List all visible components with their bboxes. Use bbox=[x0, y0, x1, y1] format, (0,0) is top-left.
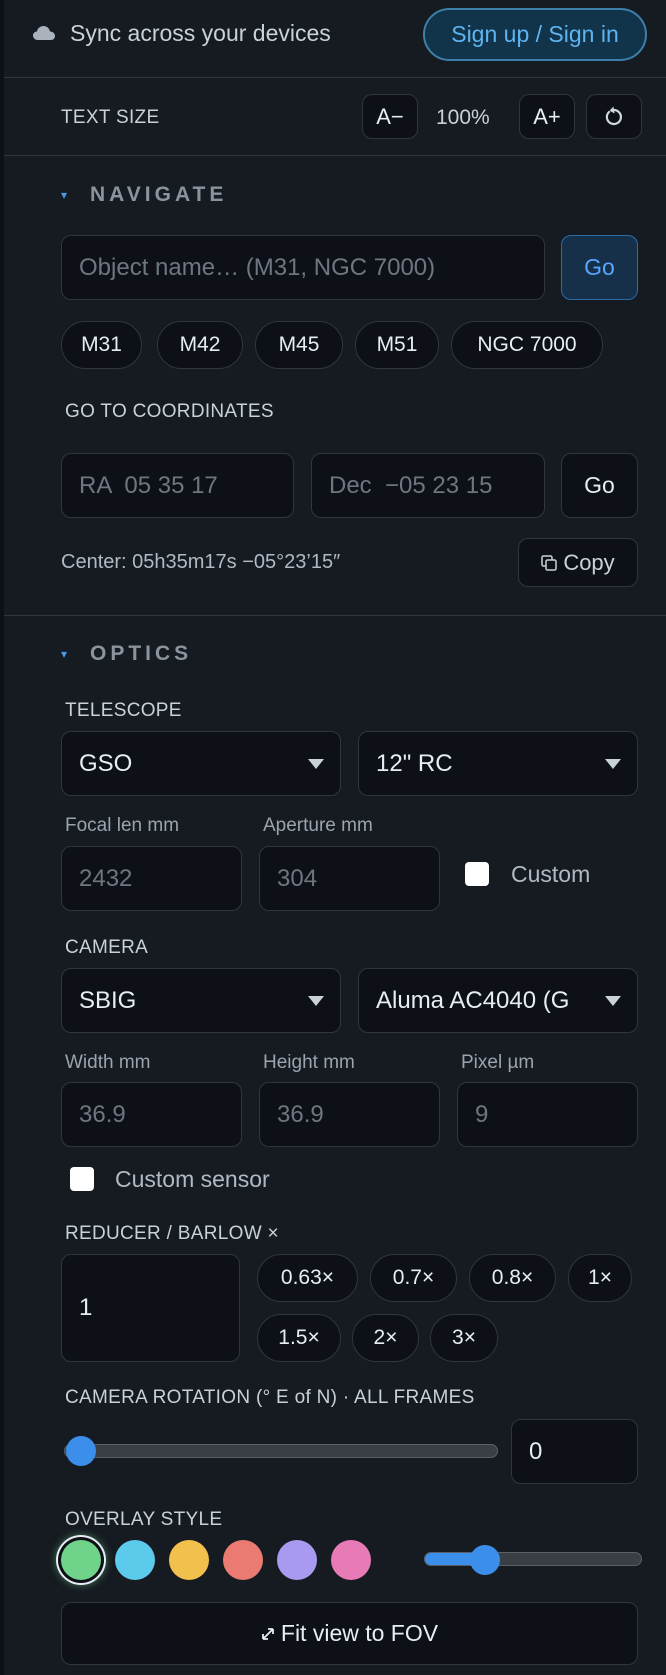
text-size-increase-button[interactable]: A+ bbox=[519, 94, 575, 139]
custom-telescope-checkbox[interactable] bbox=[465, 862, 489, 886]
quick-object-ngc7000[interactable]: NGC 7000 bbox=[451, 321, 603, 369]
overlay-style-label: OVERLAY STYLE bbox=[65, 1509, 223, 1530]
overlay-color-swatch[interactable] bbox=[331, 1540, 371, 1580]
focal-length-label: Focal len mm bbox=[65, 815, 180, 836]
reducer-preset[interactable]: 1.5× bbox=[257, 1314, 341, 1362]
quick-object-m42[interactable]: M42 bbox=[157, 321, 243, 369]
copy-icon bbox=[541, 554, 558, 571]
reducer-label: REDUCER / BARLOW × bbox=[65, 1223, 279, 1244]
rotation-slider[interactable] bbox=[64, 1444, 498, 1458]
camera-model-select[interactable]: Aluma AC4040 (G bbox=[358, 968, 638, 1033]
camera-label: CAMERA bbox=[65, 937, 149, 958]
pixel-size-label: Pixel µm bbox=[461, 1052, 535, 1073]
quick-object-m51[interactable]: M51 bbox=[355, 321, 439, 369]
reducer-input[interactable]: 1 bbox=[61, 1254, 240, 1362]
divider bbox=[4, 155, 666, 156]
navigate-section-title[interactable]: NAVIGATE bbox=[90, 183, 227, 207]
copy-button[interactable]: Copy bbox=[518, 538, 638, 587]
overlay-color-swatch[interactable] bbox=[115, 1540, 155, 1580]
reset-icon bbox=[605, 106, 622, 125]
object-go-button[interactable]: Go bbox=[561, 235, 638, 300]
overlay-color-swatch[interactable] bbox=[61, 1540, 101, 1580]
coords-label: GO TO COORDINATES bbox=[65, 401, 274, 422]
settings-panel: Sync across your devices Sign up / Sign … bbox=[0, 0, 666, 1675]
coords-go-button[interactable]: Go bbox=[561, 453, 638, 518]
overlay-color-swatch[interactable] bbox=[223, 1540, 263, 1580]
fit-view-button[interactable]: Fit view to FOV bbox=[61, 1602, 638, 1665]
custom-sensor-checkbox[interactable] bbox=[70, 1167, 94, 1191]
sensor-height-input[interactable]: 36.9 bbox=[259, 1082, 440, 1147]
center-readout: Center: 05h35m17s −05°23’15″ bbox=[61, 551, 341, 573]
object-name-input[interactable]: Object name… (M31, NGC 7000) bbox=[61, 235, 545, 300]
custom-telescope-label: Custom bbox=[511, 861, 591, 887]
text-size-decrease-button[interactable]: A− bbox=[362, 94, 418, 139]
telescope-model-select[interactable]: 12" RC bbox=[358, 731, 638, 796]
chevron-down-icon bbox=[605, 995, 621, 1006]
telescope-brand-select[interactable]: GSO bbox=[61, 731, 341, 796]
dec-input[interactable]: Dec −05 23 15 bbox=[311, 453, 545, 518]
text-size-reset-button[interactable] bbox=[586, 94, 642, 139]
chevron-down-icon bbox=[605, 758, 621, 769]
rotation-slider-thumb[interactable] bbox=[66, 1436, 96, 1466]
reducer-preset[interactable]: 2× bbox=[352, 1314, 419, 1362]
overlay-color-swatch[interactable] bbox=[169, 1540, 209, 1580]
reducer-preset[interactable]: 3× bbox=[430, 1314, 498, 1362]
reducer-preset[interactable]: 0.63× bbox=[257, 1254, 358, 1302]
rotation-label: CAMERA ROTATION (° E of N) · ALL FRAMES bbox=[65, 1387, 475, 1408]
reducer-preset[interactable]: 1× bbox=[568, 1254, 632, 1302]
chevron-down-icon bbox=[308, 758, 324, 769]
collapse-triangle-icon[interactable]: ▾ bbox=[61, 188, 67, 202]
reducer-preset[interactable]: 0.8× bbox=[469, 1254, 556, 1302]
text-size-label: TEXT SIZE bbox=[61, 107, 160, 128]
reducer-preset[interactable]: 0.7× bbox=[370, 1254, 457, 1302]
sign-in-button[interactable]: Sign up / Sign in bbox=[423, 8, 647, 61]
chevron-down-icon bbox=[308, 995, 324, 1006]
telescope-label: TELESCOPE bbox=[65, 700, 182, 721]
divider bbox=[4, 77, 666, 78]
overlay-color-swatch[interactable] bbox=[277, 1540, 317, 1580]
camera-brand-select[interactable]: SBIG bbox=[61, 968, 341, 1033]
optics-section-title[interactable]: OPTICS bbox=[90, 642, 192, 666]
pixel-size-input[interactable]: 9 bbox=[457, 1082, 638, 1147]
aperture-label: Aperture mm bbox=[263, 815, 373, 836]
quick-object-m45[interactable]: M45 bbox=[255, 321, 343, 369]
focal-length-input[interactable]: 2432 bbox=[61, 846, 242, 911]
sensor-height-label: Height mm bbox=[263, 1052, 355, 1073]
overlay-opacity-slider-thumb[interactable] bbox=[470, 1545, 501, 1575]
quick-object-m31[interactable]: M31 bbox=[61, 321, 142, 369]
cloud-icon bbox=[33, 26, 55, 40]
collapse-triangle-icon[interactable]: ▾ bbox=[61, 647, 67, 661]
aperture-input[interactable]: 304 bbox=[259, 846, 440, 911]
text-size-value: 100% bbox=[436, 106, 490, 129]
sensor-width-input[interactable]: 36.9 bbox=[61, 1082, 242, 1147]
sync-text: Sync across your devices bbox=[70, 20, 331, 46]
custom-sensor-label: Custom sensor bbox=[115, 1166, 270, 1192]
divider bbox=[4, 615, 666, 616]
ra-input[interactable]: RA 05 35 17 bbox=[61, 453, 294, 518]
expand-icon bbox=[261, 1627, 274, 1640]
overlay-opacity-slider[interactable] bbox=[424, 1552, 642, 1566]
sensor-width-label: Width mm bbox=[65, 1052, 151, 1073]
rotation-input[interactable]: 0 bbox=[511, 1419, 638, 1484]
